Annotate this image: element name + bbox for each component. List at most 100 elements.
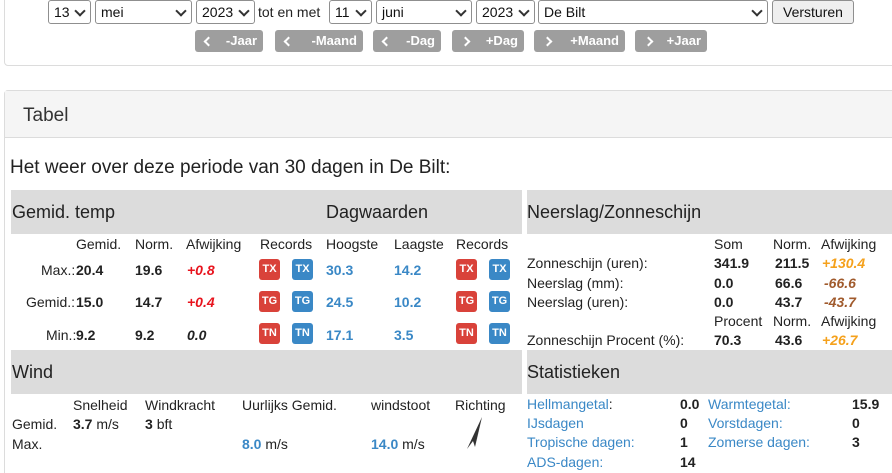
precip-hours-dev: -43.7 [824, 294, 856, 310]
wind-avg-label: Gemid. [12, 416, 58, 432]
temp-row-label: Min.: [46, 327, 77, 343]
wind-col-dir: Richting [455, 397, 506, 413]
temp-col-records: Records [260, 236, 313, 252]
record-low-tn-badge[interactable]: TN [292, 323, 313, 344]
wind-avg-force: 3 bft [145, 416, 173, 432]
low-min[interactable]: 3.5 [394, 327, 413, 343]
prev-month-button[interactable]: -Maand [275, 30, 363, 52]
day-record-high-tx-badge[interactable]: TX [456, 259, 477, 280]
end-month-select[interactable]: juni [376, 0, 472, 24]
stat-ads-value: 14 [680, 454, 696, 470]
temp-section-title: Gemid. temp [12, 202, 116, 222]
end-year-select[interactable]: 2023 [476, 0, 535, 24]
stat-ads-link[interactable]: ADS-dagen: [527, 454, 603, 470]
temp-row-label: Max.: [41, 262, 76, 278]
precip-row-label: Zonneschijn (uren): [527, 255, 648, 271]
day-record-high-tn-badge[interactable]: TN [456, 323, 477, 344]
record-high-tn-badge[interactable]: TN [259, 323, 280, 344]
low-mean[interactable]: 10.2 [394, 294, 421, 310]
stat-warmth-link[interactable]: Warmtegetal: [708, 396, 791, 412]
precip-row-label: Neerslag (uren): [527, 294, 629, 310]
stat-warmth-value: 15.9 [852, 396, 880, 412]
sunshine-hours-norm: 211.5 [775, 255, 810, 271]
stat-frostdays-value: 0 [852, 415, 860, 431]
chevron-left-icon [381, 36, 392, 46]
prev-month-label: -Maand [311, 33, 358, 48]
temp-norm-min: 9.2 [135, 327, 155, 343]
record-high-tx-badge[interactable]: TX [259, 259, 280, 280]
precip-col-sum: Som [714, 236, 743, 252]
temp-col-records2: Records [456, 236, 509, 252]
prev-day-label: -Dag [406, 33, 435, 48]
precip-col-dev: Afwijking [821, 236, 877, 252]
record-high-tg-badge[interactable]: TG [259, 291, 280, 312]
precip-hours-norm: 43.7 [775, 294, 803, 310]
high-min[interactable]: 17.1 [326, 327, 353, 343]
stat-hellman-link[interactable]: Hellmangetal: [527, 396, 613, 412]
sunshine-pct: 70.3 [714, 332, 742, 348]
temp-avg-min: 9.2 [76, 327, 96, 343]
precip-col-norm2: Norm. [773, 313, 812, 329]
temp-norm-max: 19.6 [135, 262, 163, 278]
station-select[interactable]: De Bilt [538, 0, 768, 24]
prev-year-button[interactable]: -Jaar [195, 30, 263, 52]
low-max[interactable]: 14.2 [394, 262, 421, 278]
wind-section-title: Wind [12, 362, 54, 382]
start-year-select[interactable]: 2023 [196, 0, 255, 24]
day-values-title: Dagwaarden [326, 202, 429, 222]
precip-row-label: Zonneschijn Procent (%): [527, 332, 685, 348]
temp-dev-max: +0.8 [187, 262, 215, 278]
submit-button[interactable]: Versturen [772, 0, 854, 24]
wind-max-label: Max. [12, 436, 43, 452]
start-day-select[interactable]: 13 [48, 0, 91, 24]
next-month-label: +Maand [570, 33, 619, 48]
next-year-button[interactable]: +Jaar [635, 30, 707, 52]
next-year-label: +Jaar [666, 33, 701, 48]
stat-frostdays-link[interactable]: Vorstdagen: [708, 415, 783, 431]
stat-tropical-value: 1 [680, 434, 688, 450]
sunshine-pct-norm: 43.6 [775, 332, 803, 348]
chevron-right-icon [460, 36, 471, 46]
stat-icedays-link[interactable]: IJsdagen [527, 415, 584, 431]
next-month-button[interactable]: +Maand [534, 30, 625, 52]
record-low-tx-badge[interactable]: TX [292, 259, 313, 280]
temp-dev-mean: +0.4 [187, 294, 215, 310]
period-description: Het weer over deze periode van 30 dagen … [10, 157, 451, 178]
day-record-low-tg-badge[interactable]: TG [489, 291, 510, 312]
precip-col-dev2: Afwijking [821, 313, 877, 329]
temp-col-low: Laagste [394, 236, 444, 252]
chevron-left-icon [203, 36, 214, 46]
precip-row-label: Neerslag (mm): [527, 275, 624, 291]
stat-summer-link[interactable]: Zomerse dagen: [708, 434, 810, 450]
chevron-right-icon [542, 36, 553, 46]
temp-col-dev: Afwijking [186, 236, 242, 252]
temp-norm-mean: 14.7 [135, 294, 163, 310]
record-low-tg-badge[interactable]: TG [292, 291, 313, 312]
wind-col-force: Windkracht [145, 397, 216, 413]
wind-max-hourly: 8.0 m/s [242, 436, 288, 452]
wind-direction-arrow-icon [467, 417, 482, 449]
start-month-select[interactable]: mei [95, 0, 192, 24]
high-max[interactable]: 30.3 [326, 262, 353, 278]
sunshine-hours-dev: +130.4 [822, 255, 866, 271]
prev-year-label: -Jaar [225, 33, 257, 48]
day-record-low-tx-badge[interactable]: TX [489, 259, 510, 280]
next-day-label: +Dag [485, 33, 518, 48]
day-record-low-tn-badge[interactable]: TN [489, 323, 510, 344]
wind-max-gust: 14.0 m/s [371, 436, 425, 452]
chevron-left-icon [283, 36, 294, 46]
wind-col-hourly: Uurlijks Gemid. [242, 397, 337, 413]
precip-mm-norm: 66.6 [775, 275, 803, 291]
end-day-select[interactable]: 11 [329, 0, 372, 24]
temp-row-label: Gemid.: [26, 294, 76, 310]
prev-day-button[interactable]: -Dag [373, 30, 441, 52]
stat-icedays-value: 0 [680, 415, 688, 431]
stat-tropical-link[interactable]: Tropische dagen: [527, 434, 635, 450]
high-mean[interactable]: 24.5 [326, 294, 353, 310]
temp-col-high: Hoogste [326, 236, 379, 252]
chevron-right-icon [643, 36, 654, 46]
next-day-button[interactable]: +Dag [452, 30, 524, 52]
precip-col-pct: Procent [714, 313, 763, 329]
wind-col-speed: Snelheid [73, 397, 128, 413]
day-record-high-tg-badge[interactable]: TG [456, 291, 477, 312]
